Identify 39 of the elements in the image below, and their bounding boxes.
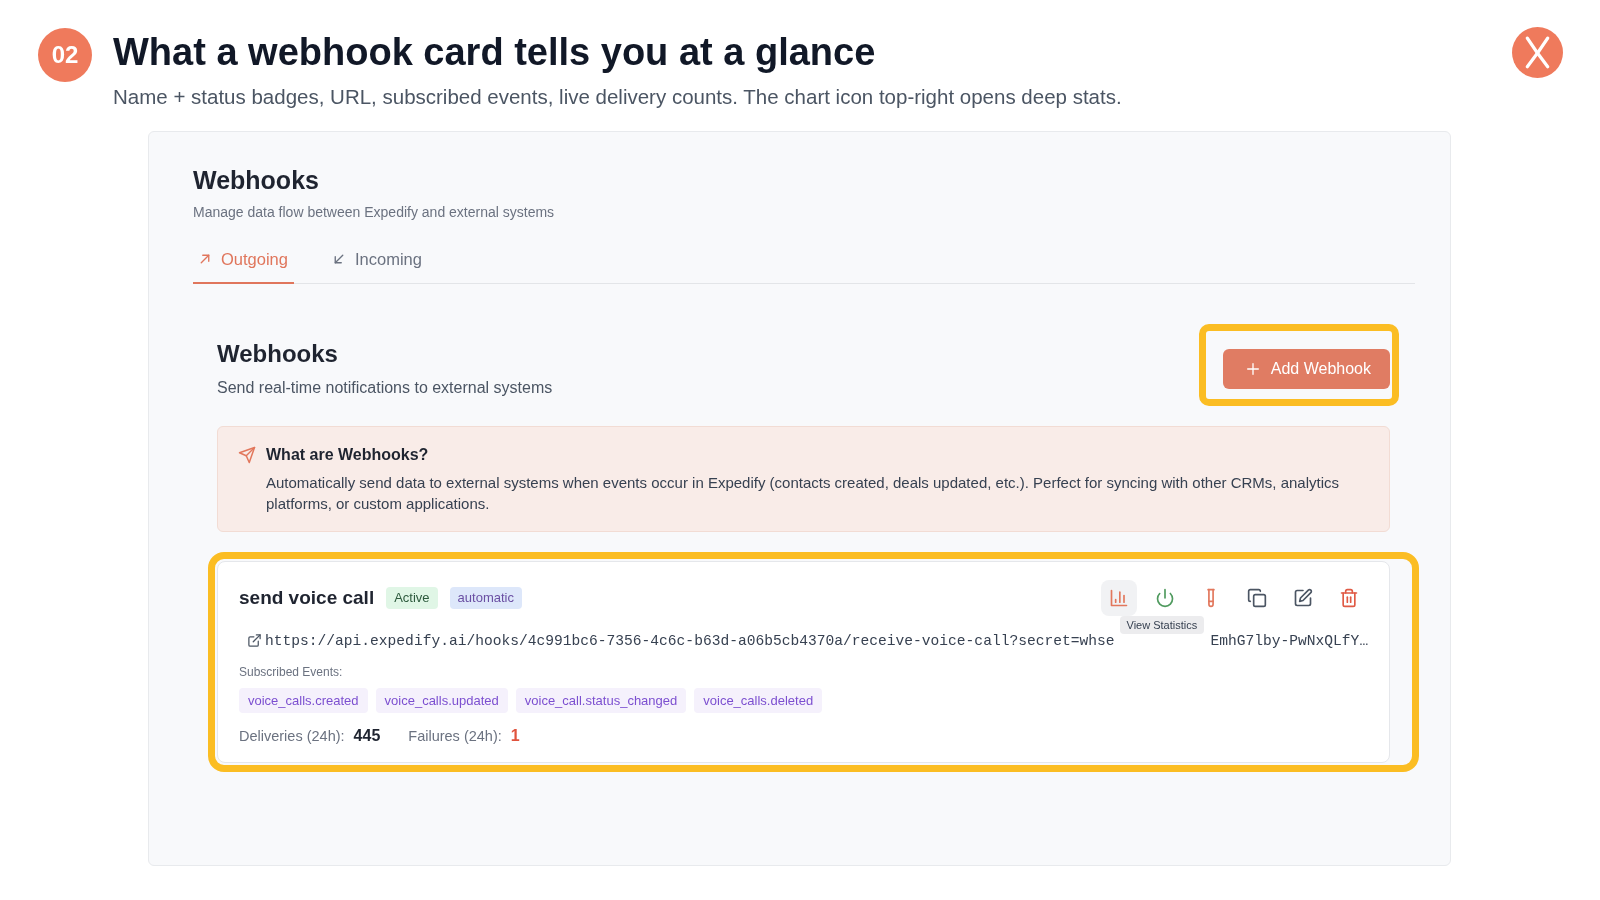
delivery-count: 445	[353, 726, 381, 746]
mode-badge: automatic	[449, 587, 522, 609]
page-title: Webhooks	[193, 165, 320, 195]
stat-label: Deliveries (24h):	[239, 727, 345, 746]
event-tag: voice_calls.deleted	[694, 688, 823, 713]
status-badge: Active	[386, 587, 438, 609]
event-tag: voice_calls.created	[239, 688, 368, 713]
plus-icon	[1244, 361, 1261, 377]
arrow-up-right-icon	[199, 253, 211, 265]
logo-icon	[1512, 27, 1563, 78]
slide-subtitle: Name + status badges, URL, subscribed events, live delivery counts. The chart icon top-right opens deep stats.	[113, 85, 1123, 109]
step-number-badge: 02	[38, 28, 92, 82]
event-tag: voice_calls.updated	[375, 688, 508, 713]
failure-count: 1	[510, 726, 520, 746]
webhook-url: https://api.expedify.ai/hooks/4c991bc6-7356-4c6c-b63d-a06b5cb4370a/receive-voice-call?secret=whse	[265, 633, 1115, 649]
event-tag: voice_call.status_changed	[515, 688, 687, 713]
copy-icon	[1247, 588, 1267, 608]
external-link-icon	[247, 632, 262, 648]
info-title: What are Webhooks?	[266, 445, 430, 465]
page-subtitle: Manage data flow between Expedify and external systems	[193, 203, 556, 221]
stat-label: Failures (24h):	[408, 727, 502, 746]
events-label: Subscribed Events:	[239, 664, 344, 680]
info-text: Automatically send data to external systems when events occur in Expedify (contacts created, deals updated, etc.). Perfect for syncing with other CRMs, analytics platforms, or custom applications.	[266, 473, 1340, 514]
edit-icon	[1293, 588, 1313, 608]
tooltip: View Statistics	[1119, 616, 1205, 634]
paper-plane-icon	[238, 446, 256, 464]
statistics-button[interactable]	[1101, 580, 1137, 616]
tab[interactable]: Incoming	[326, 245, 428, 284]
bar-chart-icon	[1109, 588, 1129, 608]
webhook-url: EmhG7lby-PwNxQLfY…	[1210, 633, 1369, 649]
section-title: Webhooks	[217, 339, 339, 369]
tab[interactable]: Outgoing	[193, 245, 294, 284]
add-webhook-button[interactable]: Add Webhook	[1222, 349, 1390, 389]
power-icon	[1155, 588, 1175, 608]
section-subtitle: Send real-time notifications to external systems	[217, 378, 553, 398]
arrow-down-left-icon	[332, 253, 345, 265]
trash-icon	[1339, 588, 1359, 608]
webhook-name: send voice call	[239, 587, 375, 609]
slide-title: What a webhook card tells you at a glance	[113, 30, 877, 75]
